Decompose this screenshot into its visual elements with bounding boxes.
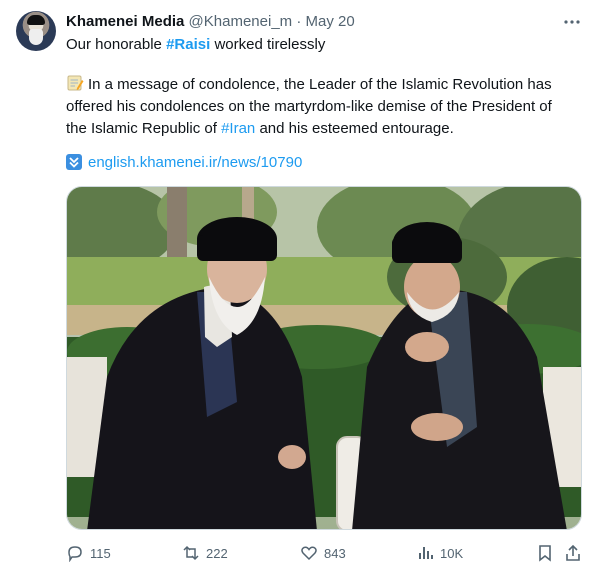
author-name[interactable]: Khamenei Media xyxy=(66,13,184,30)
bookmark-button[interactable] xyxy=(536,542,554,564)
tweet-photo[interactable] xyxy=(66,186,582,530)
views-button[interactable]: 10K xyxy=(416,542,463,564)
views-icon xyxy=(419,547,433,559)
reply-button[interactable]: 115 xyxy=(66,542,111,564)
more-icon[interactable] xyxy=(562,12,582,32)
repost-count: 222 xyxy=(206,545,228,561)
reply-count: 115 xyxy=(90,545,111,561)
repost-button[interactable]: 222 xyxy=(182,542,228,564)
article-link[interactable]: english.khamenei.ir/news/10790 xyxy=(88,154,302,171)
reply-icon xyxy=(68,546,82,562)
bookmark-icon xyxy=(539,545,551,562)
paragraph-text-end: and his esteemed entourage. xyxy=(255,120,454,137)
like-count: 843 xyxy=(324,545,346,561)
author-handle[interactable]: @Khamenei_m xyxy=(189,13,293,30)
repost-icon xyxy=(183,545,199,561)
tweet-text-line1: Our honorable #Raisi worked tirelessly xyxy=(66,35,325,55)
hashtag-iran[interactable]: #Iran xyxy=(221,120,255,137)
tweet-actions: 115 222 843 10K xyxy=(66,542,586,564)
share-button[interactable] xyxy=(564,542,582,564)
down-arrow-icon xyxy=(66,154,82,170)
photo-illustration xyxy=(67,187,581,529)
header-separator: · xyxy=(296,13,302,30)
line1-text-end: worked tirelessly xyxy=(210,36,326,53)
share-icon xyxy=(566,544,580,561)
like-icon xyxy=(301,546,317,561)
tweet-text-paragraph: In a message of condolence, the Leader o… xyxy=(66,74,576,140)
line1-text-start: Our honorable xyxy=(66,36,167,53)
tweet-date[interactable]: May 20 xyxy=(306,13,355,30)
tweet-link-line: english.khamenei.ir/news/10790 xyxy=(66,153,302,173)
views-count: 10K xyxy=(440,545,464,561)
avatar-beard xyxy=(29,29,43,45)
tweet-header: Khamenei Media @Khamenei_m · May 20 xyxy=(66,12,582,32)
avatar-turban xyxy=(27,15,45,25)
tweet-card[interactable]: Khamenei Media @Khamenei_m · May 20 Our … xyxy=(0,0,598,575)
hashtag-raisi[interactable]: #Raisi xyxy=(166,36,210,53)
like-button[interactable]: 843 xyxy=(300,542,346,564)
memo-icon xyxy=(67,75,84,91)
author-avatar[interactable] xyxy=(16,11,56,51)
